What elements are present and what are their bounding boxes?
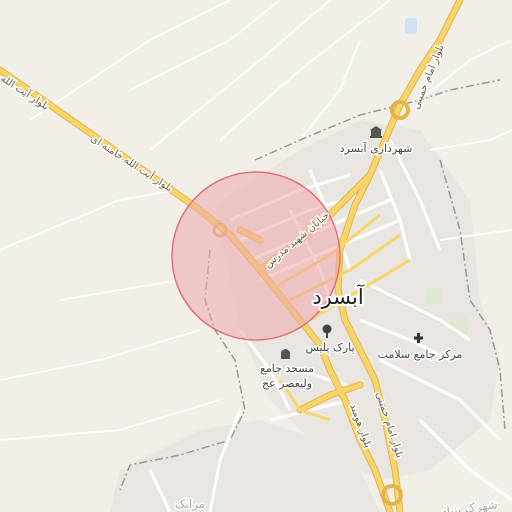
mosque-label-line1: مسجد جامع bbox=[260, 362, 314, 375]
municipality-label: شهرداری آبسرد bbox=[340, 141, 413, 155]
map-canvas[interactable]: بلوار آیت الله بلوار آیت الله خامنه ای خ… bbox=[0, 0, 512, 512]
faint-label-bottom-left: مرانک bbox=[175, 497, 205, 512]
map-view[interactable]: بلوار آیت الله بلوار آیت الله خامنه ای خ… bbox=[0, 0, 512, 512]
green-area bbox=[405, 18, 417, 34]
selection-circle[interactable] bbox=[171, 171, 341, 341]
mosque-icon[interactable] bbox=[281, 349, 290, 359]
mosque-label-line2: ولیعصر عج bbox=[262, 377, 312, 390]
city-label: آبسرد bbox=[312, 284, 365, 309]
green-area bbox=[425, 290, 441, 304]
park-label: پارک پلیس bbox=[305, 341, 354, 354]
health-center-label: مرکز جامع سلامت bbox=[378, 348, 463, 361]
